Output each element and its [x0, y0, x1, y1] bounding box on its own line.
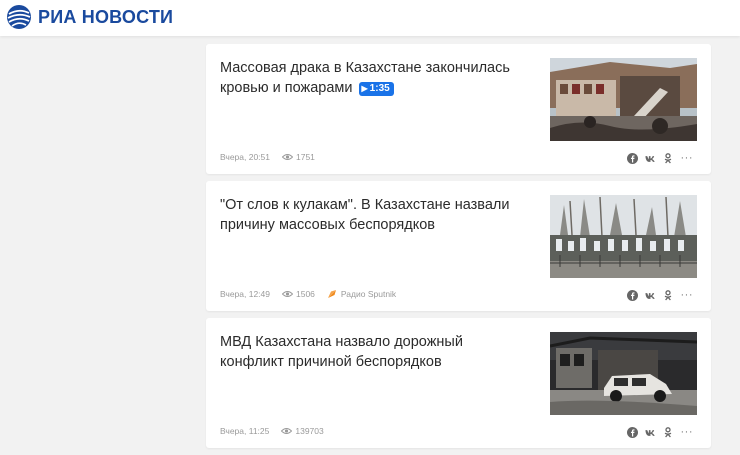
news-time: Вчера, 20:51	[220, 152, 270, 162]
more-icon[interactable]: ···	[681, 153, 694, 164]
cemetery-image	[550, 195, 697, 278]
share-bar: ···	[626, 427, 694, 438]
eye-icon	[282, 291, 293, 297]
news-thumbnail[interactable]	[550, 58, 697, 141]
video-badge[interactable]: ▶ 1:35	[358, 82, 394, 96]
odnoklassniki-icon[interactable]	[663, 427, 674, 438]
news-title[interactable]: Массовая драка в Казахстане закончилась …	[220, 58, 520, 98]
views-counter: 1751	[282, 152, 315, 162]
vk-icon[interactable]	[644, 290, 656, 301]
share-bar: ···	[626, 290, 694, 301]
play-icon: ▶	[361, 84, 368, 93]
news-meta: Вчера, 12:49 1506 Радио Sputnik	[220, 289, 396, 299]
ria-logo[interactable]: РИА НОВОСТИ	[6, 4, 173, 30]
eye-icon	[281, 428, 293, 434]
burned-car-image	[550, 332, 697, 415]
views-counter: 139703	[281, 426, 324, 436]
ria-globe-logo-icon	[7, 5, 31, 29]
share-bar: ···	[626, 153, 694, 164]
facebook-icon[interactable]	[626, 153, 638, 164]
vk-icon[interactable]	[644, 153, 656, 164]
site-header: РИА НОВОСТИ	[0, 0, 740, 36]
source-link[interactable]: Радио Sputnik	[327, 289, 396, 299]
odnoklassniki-icon[interactable]	[663, 290, 674, 301]
news-time: Вчера, 11:25	[220, 426, 270, 436]
eye-icon	[282, 154, 293, 160]
news-meta: Вчера, 11:25 139703	[220, 426, 324, 436]
views-counter: 1506	[282, 289, 315, 299]
odnoklassniki-icon[interactable]	[663, 153, 674, 164]
news-time: Вчера, 12:49	[220, 289, 270, 299]
news-thumbnail[interactable]	[550, 332, 697, 415]
news-meta: Вчера, 20:51 1751	[220, 152, 315, 162]
facebook-icon[interactable]	[626, 290, 638, 301]
logo-text: РИА НОВОСТИ	[38, 7, 174, 27]
sputnik-icon	[327, 290, 336, 298]
news-card[interactable]: Массовая драка в Казахстане закончилась …	[206, 44, 711, 174]
burned-building-image	[550, 58, 697, 141]
news-title[interactable]: МВД Казахстана назвало дорожный конфликт…	[220, 332, 520, 372]
vk-icon[interactable]	[644, 427, 656, 438]
news-card[interactable]: МВД Казахстана назвало дорожный конфликт…	[206, 318, 711, 448]
news-thumbnail[interactable]	[550, 195, 697, 278]
news-title[interactable]: "От слов к кулакам". В Казахстане назвал…	[220, 195, 520, 235]
facebook-icon[interactable]	[626, 427, 638, 438]
more-icon[interactable]: ···	[681, 427, 694, 438]
more-icon[interactable]: ···	[681, 290, 694, 301]
news-card[interactable]: "От слов к кулакам". В Казахстане назвал…	[206, 181, 711, 311]
